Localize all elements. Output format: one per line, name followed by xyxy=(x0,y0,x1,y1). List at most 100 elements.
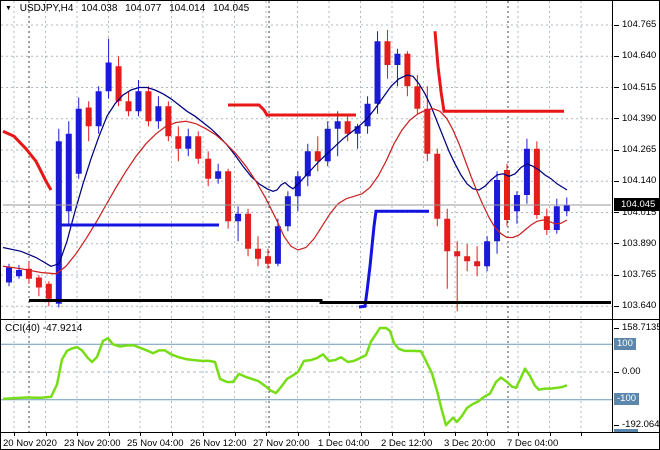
candle xyxy=(55,128,62,308)
price-axis-tick xyxy=(614,150,619,151)
candle xyxy=(324,121,331,167)
price-axis-tick xyxy=(614,181,619,182)
candle xyxy=(95,86,102,134)
candle xyxy=(553,198,560,234)
candle xyxy=(284,191,291,232)
candle xyxy=(105,38,112,99)
candle xyxy=(384,30,391,79)
time-axis-tick xyxy=(392,433,393,436)
cci-scale-label: 158.7135 xyxy=(622,322,660,333)
candle xyxy=(85,101,92,142)
candle xyxy=(25,261,32,284)
price-axis-label: 104.640 xyxy=(622,50,657,61)
price-axis-tick xyxy=(614,87,619,88)
price-axis-tick xyxy=(614,25,619,26)
indicator-axis-tick xyxy=(614,372,619,373)
candle xyxy=(274,218,281,267)
time-axis-tick xyxy=(203,433,204,436)
ohlc-high: 104.077 xyxy=(125,3,162,14)
resistance-step-3 xyxy=(433,31,564,113)
price-axis-label: 104.765 xyxy=(622,19,657,30)
time-axis-tick xyxy=(171,433,173,436)
stop-level-black xyxy=(29,299,611,304)
candle xyxy=(115,56,122,107)
time-axis-tick xyxy=(266,433,267,436)
candle xyxy=(235,206,242,242)
candle xyxy=(484,236,491,272)
time-axis-label: 1 Dec 04:00 xyxy=(318,438,370,449)
main-chart-pane[interactable] xyxy=(1,1,613,319)
price-axis[interactable]: 104.045 104.765 104.640 104.515 104.390 104.… xyxy=(613,1,659,319)
price-axis-tick xyxy=(614,118,619,119)
cci-scale-label: 0.00 xyxy=(622,366,641,377)
time-axis-label: 23 Nov 20:00 xyxy=(64,438,121,449)
price-axis-tick xyxy=(614,306,619,307)
time-axis-tick xyxy=(549,433,551,436)
time-axis-label: 25 Nov 04:00 xyxy=(127,438,184,449)
time-axis-tick xyxy=(45,433,47,436)
candle xyxy=(35,275,42,297)
current-price-box: 104.045 xyxy=(614,198,659,211)
candles-layer xyxy=(6,30,570,312)
price-axis-label: 104.265 xyxy=(622,144,657,155)
candle xyxy=(513,191,520,224)
candle xyxy=(165,101,172,142)
time-axis-tick xyxy=(297,433,299,436)
symbol-dropdown-icon[interactable]: ▼ xyxy=(5,5,12,12)
time-axis-tick xyxy=(77,433,78,436)
price-axis-label: 104.140 xyxy=(622,175,657,186)
price-axis-tick xyxy=(614,275,619,276)
candle xyxy=(504,163,510,227)
candle xyxy=(563,197,570,217)
time-axis-tick xyxy=(108,433,110,436)
candle xyxy=(135,80,142,117)
price-axis-label: 104.390 xyxy=(622,113,657,124)
time-axis-tick xyxy=(518,433,519,436)
ohlc-low: 104.014 xyxy=(169,3,206,14)
cci-level-badge-clipped xyxy=(614,429,638,432)
cci-level-badge: -100 xyxy=(614,393,640,405)
candle xyxy=(404,51,411,97)
chart-symbol-label: USDJPY,H4 xyxy=(19,3,74,14)
candle xyxy=(245,208,252,257)
indicator-axis[interactable]: 158.71351000.00-100-192.0645 xyxy=(613,321,660,432)
candle xyxy=(155,96,162,129)
candle xyxy=(195,131,202,164)
cci-indicator-pane[interactable] xyxy=(1,321,613,432)
candlestick-chart[interactable] xyxy=(1,1,613,319)
price-axis-tick xyxy=(614,212,619,213)
time-axis-label: 2 Dec 12:00 xyxy=(381,438,433,449)
price-axis-label: 103.765 xyxy=(622,269,657,280)
candle xyxy=(334,111,341,157)
candle xyxy=(304,143,311,187)
ohlc-open: 104.038 xyxy=(81,3,118,14)
time-axis-tick xyxy=(140,433,141,436)
mt4-chart-window: ▼ USDJPY,H4 104.038 104.077 104.014 104.… xyxy=(0,0,660,450)
time-axis-tick xyxy=(486,433,488,436)
time-axis-label: 3 Dec 20:00 xyxy=(444,438,496,449)
cci-chart[interactable] xyxy=(1,321,613,432)
candle xyxy=(523,138,530,204)
time-axis-label: 26 Nov 12:00 xyxy=(190,438,247,449)
support-step-2 xyxy=(358,209,429,309)
time-axis-tick xyxy=(423,433,425,436)
resistance-step-2 xyxy=(228,103,356,117)
candle xyxy=(444,208,451,289)
candle xyxy=(125,91,132,117)
candle xyxy=(474,246,481,277)
price-axis-label: 104.515 xyxy=(622,82,657,93)
candle xyxy=(185,128,192,157)
price-axis-label: 103.890 xyxy=(622,238,657,249)
indicator-axis-tick xyxy=(614,328,619,329)
time-axis-tick xyxy=(329,433,330,436)
candle xyxy=(75,97,82,179)
candle xyxy=(45,281,52,307)
candle xyxy=(15,265,22,279)
time-axis[interactable]: 20 Nov 2020 23 Nov 20:00 25 Nov 04:00 26 No… xyxy=(1,433,659,449)
pane-separator[interactable] xyxy=(1,319,659,320)
time-axis-label: 7 Dec 04:00 xyxy=(507,438,559,449)
candle xyxy=(175,126,182,162)
indicator-axis-tick xyxy=(614,425,619,426)
candle xyxy=(494,171,501,254)
time-axis-tick xyxy=(14,433,15,436)
